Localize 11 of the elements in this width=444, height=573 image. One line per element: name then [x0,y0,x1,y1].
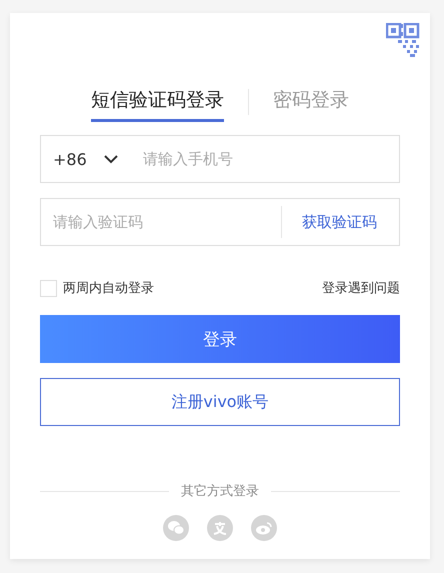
code-field[interactable]: 请输入验证码 获取验证码 [40,198,400,246]
register-button[interactable]: 注册vivo账号 [40,378,400,426]
login-button[interactable]: 登录 [40,315,400,363]
tab[interactable]: 短信验证码登录 [91,87,224,122]
other-login-label: 其它方式登录 [181,483,259,500]
phone-field[interactable]: +86 请输入手机号 [40,135,400,183]
tab[interactable]: 密码登录 [273,87,349,122]
country-code[interactable]: +86 [41,150,97,168]
help-link[interactable]: 登录遇到问题 [322,279,400,297]
auto-login-label: 两周内自动登录 [63,280,154,297]
get-code-button[interactable]: 获取验证码 [281,206,399,238]
